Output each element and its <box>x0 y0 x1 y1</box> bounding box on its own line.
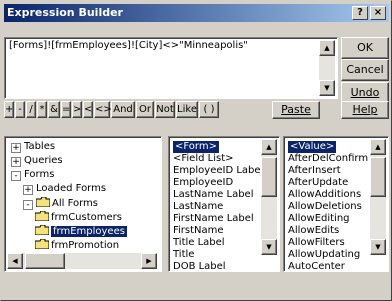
scroll-up-button[interactable]: ▲ <box>319 40 335 56</box>
scroll-right-button[interactable]: ▶ <box>141 253 157 269</box>
ok-button[interactable]: OK <box>341 37 389 59</box>
field-list[interactable]: <Form> <Field List> EmployeeID Label Employ… <box>168 136 280 272</box>
list-item[interactable]: AutoCenter <box>288 261 345 271</box>
list-item[interactable]: LastName Label <box>173 189 254 201</box>
tree-item[interactable]: frmPromotion <box>34 238 120 252</box>
list-item[interactable]: AfterUpdate <box>288 177 348 189</box>
list-item[interactable]: Title Label <box>173 237 225 249</box>
operator-button[interactable]: <> <box>94 101 112 118</box>
tree-item[interactable]: frmEmployees <box>34 224 127 238</box>
list-item[interactable]: <Value> <box>288 141 337 153</box>
tree-item[interactable]: - Forms <box>11 169 54 181</box>
expand-icon[interactable]: + <box>11 143 21 153</box>
scroll-up-button[interactable]: ▲ <box>261 139 277 155</box>
tree-item-label: Loaded Forms <box>36 183 107 194</box>
operator-button[interactable]: < <box>83 101 93 118</box>
scroll-down-button[interactable]: ▼ <box>319 80 335 96</box>
list-item[interactable]: FirstName Label <box>173 213 254 225</box>
list-item[interactable]: AfterInsert <box>288 165 341 177</box>
list-scrollbar[interactable]: ▲ ▼ <box>261 139 277 255</box>
scroll-up-button[interactable]: ▲ <box>370 139 386 155</box>
list-item[interactable]: <Field List> <box>173 153 234 165</box>
list-item[interactable]: AllowEditing <box>288 213 350 225</box>
list-item[interactable]: <Form> <box>173 141 219 153</box>
list-item[interactable]: DOB Label <box>173 261 226 271</box>
cancel-button[interactable]: Cancel <box>341 59 389 81</box>
operator-button[interactable]: * <box>37 101 47 118</box>
folder-icon <box>35 196 51 208</box>
folder-icon <box>34 210 50 222</box>
operator-button[interactable]: Or <box>136 101 154 118</box>
list-item[interactable]: LastName <box>173 201 223 213</box>
list-item[interactable]: FirstName <box>173 225 224 237</box>
property-list[interactable]: <Value> AfterDelConfirm AfterInsert AfterUp… <box>283 136 389 272</box>
help-button[interactable]: Help <box>341 101 389 119</box>
scroll-thumb[interactable] <box>261 157 277 197</box>
list-item[interactable]: Title <box>173 249 194 261</box>
expression-box[interactable]: [Forms]![frmEmployees]![City]<>"Minneapo… <box>4 37 338 99</box>
tree-item-label: Queries <box>24 155 63 166</box>
operator-button[interactable]: & <box>48 101 60 118</box>
close-button[interactable]: × <box>370 6 386 20</box>
operator-button[interactable]: Like <box>176 101 198 118</box>
scroll-thumb[interactable] <box>370 157 386 197</box>
list-scrollbar[interactable]: ▲ ▼ <box>370 139 386 255</box>
operator-button[interactable]: = <box>61 101 71 118</box>
tree-item-label: Tables <box>24 141 56 152</box>
tree-item[interactable]: - All Forms <box>23 196 98 210</box>
list-item[interactable]: AllowAdditions <box>288 189 361 201</box>
expand-icon[interactable]: + <box>23 185 33 195</box>
tree-item[interactable]: frmCustomers <box>34 210 122 224</box>
scroll-left-button[interactable]: ◀ <box>7 253 23 269</box>
tree-hscrollbar[interactable]: ◀ ▶ <box>7 253 157 269</box>
help-title-button[interactable]: ? <box>352 6 368 20</box>
collapse-icon[interactable]: - <box>23 200 33 210</box>
operator-button[interactable]: + <box>4 101 14 118</box>
tree-item[interactable]: + Queries <box>11 155 63 167</box>
tree-item-label: frmEmployees <box>51 226 127 237</box>
collapse-icon[interactable]: - <box>11 171 21 181</box>
operator-button[interactable]: - <box>15 101 25 118</box>
tree-item[interactable]: + Loaded Forms <box>23 183 106 195</box>
expand-icon[interactable]: + <box>11 157 21 167</box>
operator-button[interactable]: And <box>111 101 135 118</box>
expression-builder-dialog: Expression Builder ? × [Forms]![frmEmplo… <box>0 0 392 301</box>
tree-item-label: frmCustomers <box>51 212 122 223</box>
list-item[interactable]: AllowFilters <box>288 237 345 249</box>
title-bar: Expression Builder ? × <box>4 4 389 22</box>
scroll-down-button[interactable]: ▼ <box>370 239 386 255</box>
tree-item[interactable]: + Tables <box>11 141 55 153</box>
operator-button[interactable]: ( ) <box>199 101 219 118</box>
list-item[interactable]: EmployeeID Label <box>173 165 263 177</box>
scroll-thumb[interactable] <box>25 253 65 269</box>
operator-button[interactable]: > <box>72 101 82 118</box>
window-title: Expression Builder <box>7 6 123 19</box>
tree-item-label: Forms <box>24 169 55 180</box>
expression-scrollbar[interactable]: ▲ ▼ <box>319 40 335 96</box>
list-item[interactable]: AllowDeletions <box>288 201 362 213</box>
tree-item-label: All Forms <box>52 198 98 209</box>
list-item[interactable]: AllowEdits <box>288 225 339 237</box>
folder-icon <box>34 238 50 250</box>
tree-item-label: frmPromotion <box>51 240 120 251</box>
expression-text[interactable]: [Forms]![frmEmployees]![City]<>"Minneapo… <box>9 40 248 51</box>
scroll-down-button[interactable]: ▼ <box>261 239 277 255</box>
operator-button[interactable]: / <box>26 101 36 118</box>
list-item[interactable]: EmployeeID <box>173 177 233 189</box>
folder-icon <box>34 224 50 236</box>
object-tree[interactable]: + Tables + Queries - Forms + Loaded Forms - All F… <box>4 136 162 272</box>
list-item[interactable]: AfterDelConfirm <box>288 153 368 165</box>
operator-button[interactable]: Not <box>155 101 175 118</box>
list-item[interactable]: AllowUpdating <box>288 249 360 261</box>
paste-button[interactable]: Paste <box>272 101 320 119</box>
